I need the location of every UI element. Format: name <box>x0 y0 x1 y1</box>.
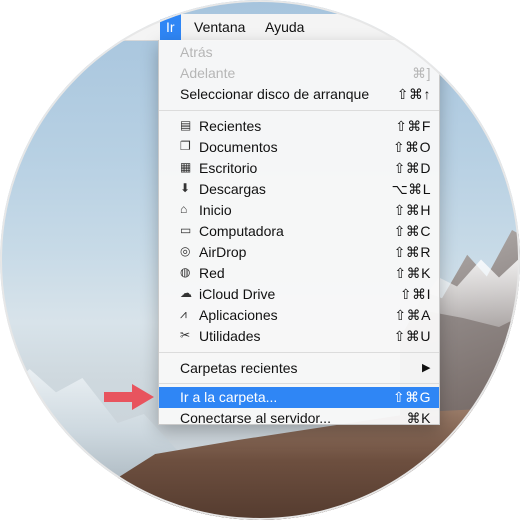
circle-border <box>0 0 520 520</box>
desktop-background: Ir Ventana Ayuda Atrás Adelante ⌘] Selec… <box>0 0 520 520</box>
